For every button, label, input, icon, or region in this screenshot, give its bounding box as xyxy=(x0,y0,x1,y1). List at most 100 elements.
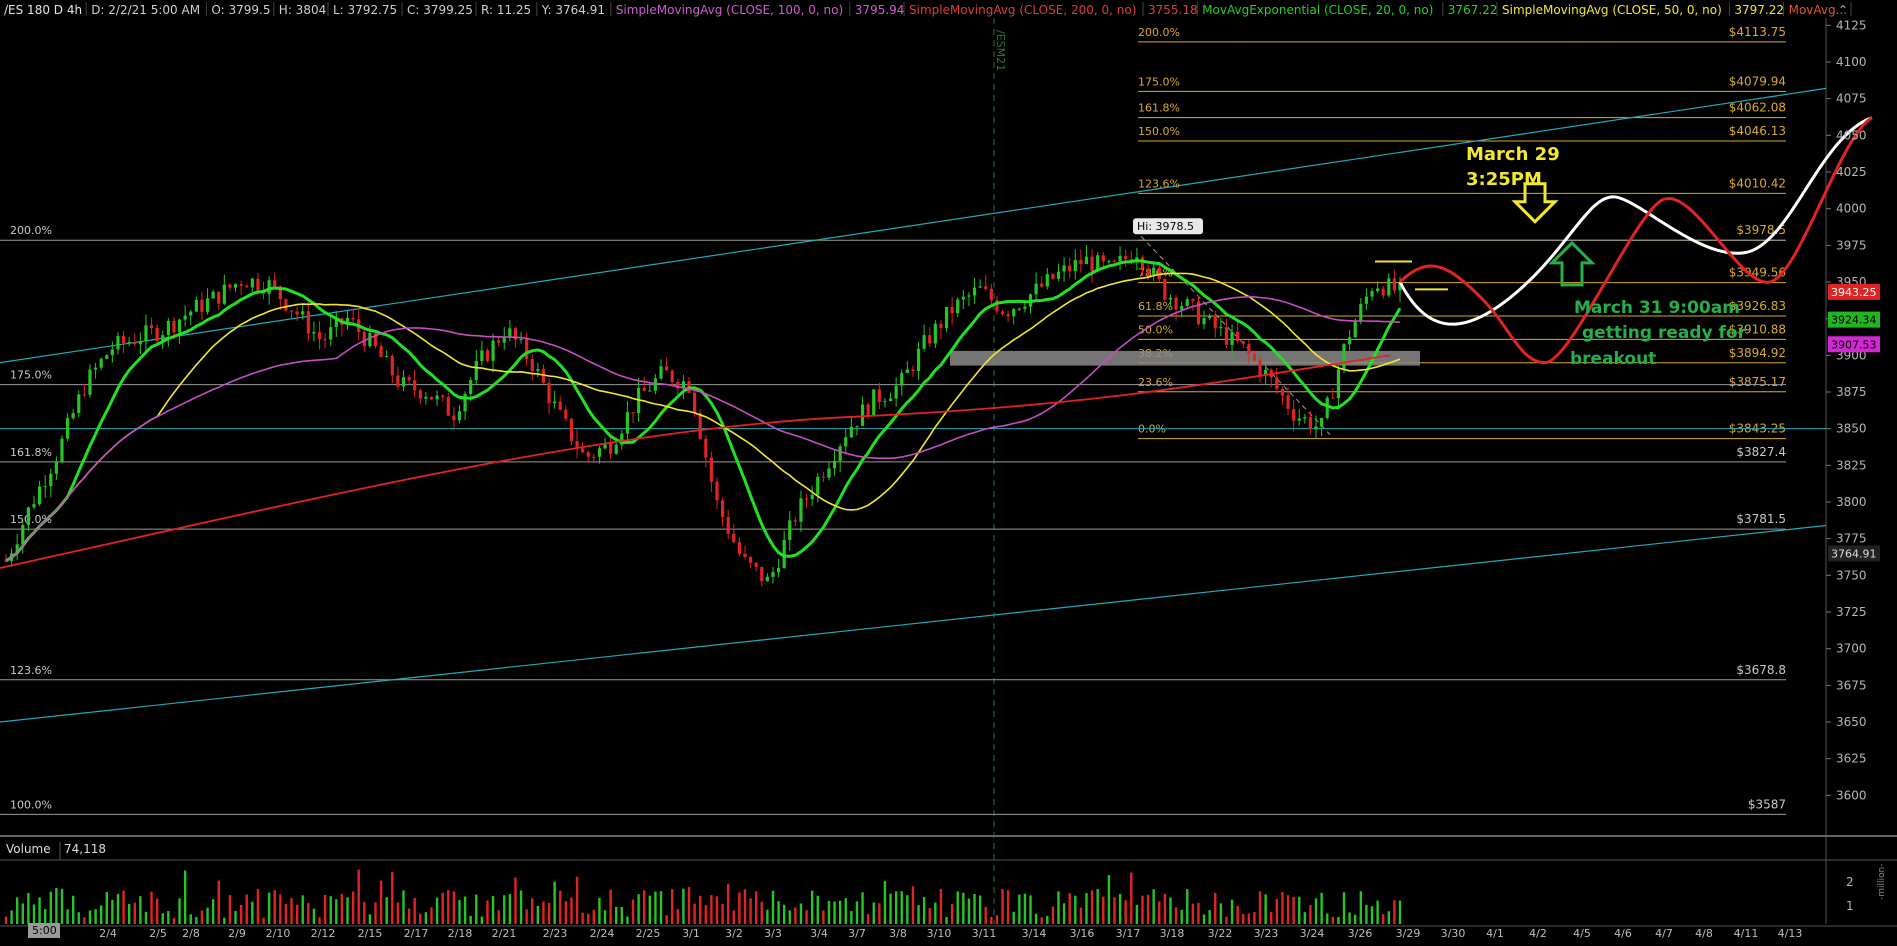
candle-body xyxy=(239,284,243,286)
candle-body xyxy=(553,401,557,404)
volume-bar xyxy=(665,915,668,924)
volume-bar xyxy=(850,911,853,924)
candle-body xyxy=(273,280,277,287)
volume-bar xyxy=(105,892,108,924)
volume-bar xyxy=(251,901,254,924)
candle-body xyxy=(93,367,98,370)
header-item: 3767.22 xyxy=(1448,3,1498,17)
header-item: O: 3799.5 xyxy=(211,3,270,17)
candle-body xyxy=(950,306,954,314)
candle-body xyxy=(922,335,926,349)
candle-body xyxy=(429,396,434,400)
x-tick-label: 2/15 xyxy=(358,927,383,940)
candle-body xyxy=(1208,315,1212,319)
volume-bar xyxy=(239,904,243,924)
volume-bar xyxy=(363,902,366,924)
volume-bar xyxy=(833,901,836,924)
volume-bar xyxy=(430,907,433,924)
x-tick-label: 3/16 xyxy=(1070,927,1095,940)
volume-bar xyxy=(1079,907,1083,924)
y-tick-label: 3600 xyxy=(1836,788,1867,802)
volume-bar xyxy=(1057,891,1060,924)
volume-bar xyxy=(581,912,584,924)
candle-body xyxy=(1056,271,1061,279)
header-item: MovAvgExponential (CLOSE, 20, 0, no) xyxy=(1202,3,1433,17)
candle-body xyxy=(77,394,81,414)
y-tick-label: 3850 xyxy=(1836,422,1867,436)
volume-bar xyxy=(1331,916,1335,924)
candle-body xyxy=(844,437,848,447)
candle-body xyxy=(497,340,501,343)
x-tick-label: 3/17 xyxy=(1116,927,1141,940)
volume-bar xyxy=(435,897,439,924)
y-tick-label: 3700 xyxy=(1836,642,1867,656)
candle-body xyxy=(312,332,316,334)
candle-body xyxy=(1297,418,1301,421)
candle-body xyxy=(289,310,294,312)
volume-bar xyxy=(609,889,612,924)
volume-bar xyxy=(782,904,786,924)
candle-body xyxy=(250,278,254,288)
candle-body xyxy=(205,298,210,312)
candle-body xyxy=(71,413,75,419)
volume-bar xyxy=(491,895,495,924)
candle-body xyxy=(704,438,708,458)
candle-body xyxy=(26,507,30,526)
fib-price-label: $4079.94 xyxy=(1729,74,1786,88)
candle-body xyxy=(228,284,232,288)
candle-body xyxy=(743,553,747,558)
volume-bar xyxy=(878,903,881,924)
volume-bar xyxy=(799,903,803,924)
volume-bar xyxy=(699,895,702,924)
collapse-icon: ⌃ xyxy=(1838,3,1848,17)
volume-bar xyxy=(1169,897,1172,924)
fib-price-label: $3894.92 xyxy=(1729,346,1786,360)
candle-body xyxy=(832,460,837,469)
volume-bar xyxy=(962,892,965,924)
volume-bar xyxy=(1376,900,1379,924)
candle-body xyxy=(1292,408,1296,421)
volume-bar xyxy=(536,905,540,924)
candle-body xyxy=(1062,265,1066,272)
candle-body xyxy=(1303,417,1307,419)
volume-bar xyxy=(1393,900,1396,924)
candle-body xyxy=(720,500,725,518)
volume-bar xyxy=(1001,888,1004,924)
volume-bar xyxy=(671,889,674,924)
volume-bar xyxy=(754,891,758,924)
volume-bar xyxy=(1258,891,1262,924)
y-tick-label: 3675 xyxy=(1836,678,1867,692)
fib-percent-label: 23.6% xyxy=(1138,376,1173,389)
volume-bar xyxy=(139,896,142,924)
volume-bar xyxy=(1102,896,1105,924)
candle-body xyxy=(446,397,450,416)
volume-bar xyxy=(116,893,120,924)
candle-body xyxy=(1376,288,1380,292)
candle-body xyxy=(905,369,909,373)
x-tick-label: 2/21 xyxy=(492,927,517,940)
volume-bar xyxy=(469,915,472,924)
volume-bar xyxy=(771,890,775,924)
volume-bar xyxy=(844,898,847,924)
candle-body xyxy=(530,359,534,371)
candle-body xyxy=(217,291,221,304)
y-tick-label: 3800 xyxy=(1836,495,1867,509)
candle-body xyxy=(105,355,109,359)
stock-chart[interactable]: /ESM21 200.0% $4113.75175.0% $4079.94161.8… xyxy=(0,0,1897,946)
volume-bar xyxy=(1230,899,1234,924)
volume-bar xyxy=(60,888,64,924)
volume-bar xyxy=(950,903,954,924)
header-item: /ES 180 D 4h xyxy=(4,3,82,17)
candle-body xyxy=(362,331,366,347)
candle-body xyxy=(592,456,596,458)
candle-body xyxy=(849,426,853,438)
volume-bar xyxy=(1085,893,1088,924)
x-tick-label: 2/24 xyxy=(590,927,615,940)
volume-value: 74,118 xyxy=(64,842,106,856)
volume-bar xyxy=(49,891,52,924)
header-item: Y: 3764.91 xyxy=(541,3,605,17)
candle-body xyxy=(1381,288,1385,296)
x-tick-label: 4/1 xyxy=(1486,927,1504,940)
volume-bar xyxy=(301,895,304,924)
volume-bar xyxy=(335,899,338,924)
